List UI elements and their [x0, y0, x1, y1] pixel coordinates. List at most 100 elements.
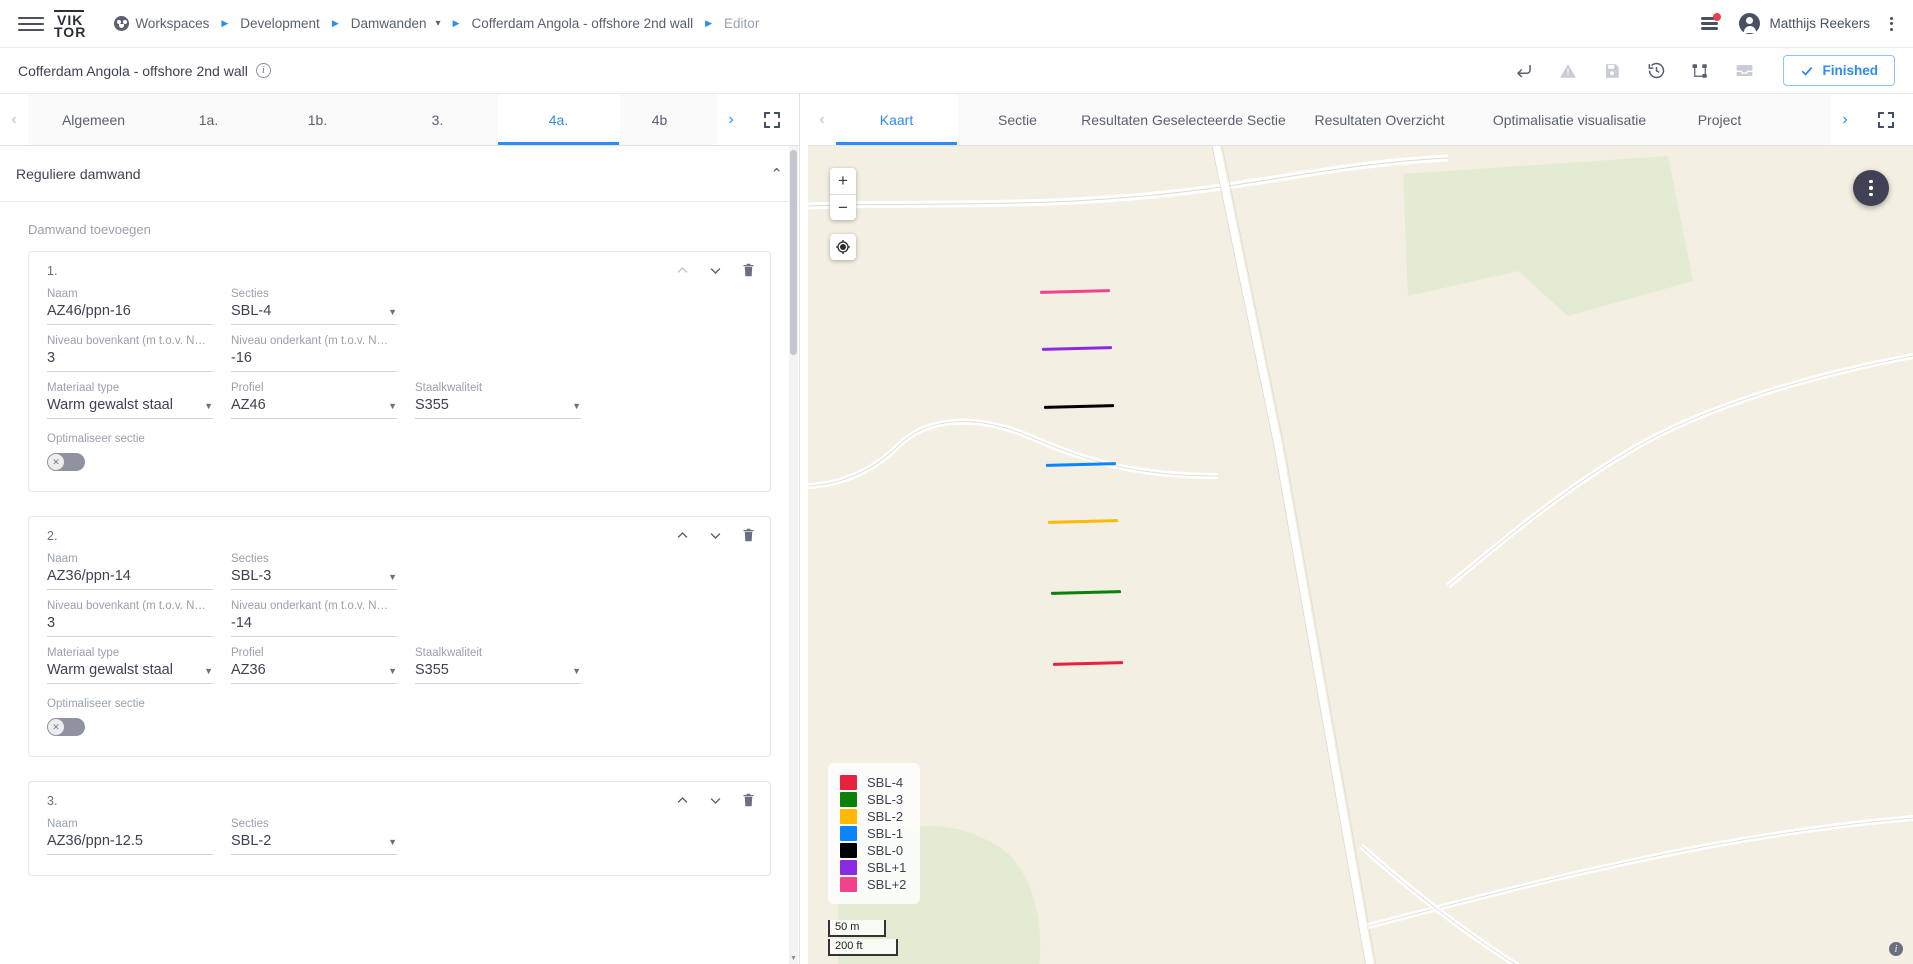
naam-field[interactable]: Naam AZ36/ppn-12.5 — [47, 818, 213, 855]
tab-resultaten-geselecteerde-sectie[interactable]: Resultaten Geselecteerde Sectie — [1078, 94, 1290, 145]
move-down-icon[interactable] — [708, 793, 723, 808]
tab-algemeen[interactable]: Algemeen — [28, 94, 160, 145]
tab-optimalisatie-visualisatie[interactable]: Optimalisatie visualisatie — [1470, 94, 1670, 145]
move-down-icon[interactable] — [708, 528, 723, 543]
chevron-down-icon: ▼ — [388, 572, 397, 582]
left-expand-button[interactable] — [745, 94, 799, 145]
secties-select[interactable]: Secties SBL-3 ▼ — [231, 553, 397, 590]
viktor-logo[interactable]: VIK TOR — [54, 9, 86, 39]
materiaal-type-select[interactable]: Materiaal type Warm gewalst staal ▼ — [47, 382, 213, 419]
entry-row-3: Materiaal type Warm gewalst staal ▼ Profi… — [47, 382, 752, 419]
tab-label: Optimalisatie visualisatie — [1492, 111, 1647, 128]
breadcrumb-workspaces[interactable]: Workspaces — [114, 16, 209, 31]
toggle-knob-off-icon: ✕ — [48, 719, 64, 735]
tab-label: Project — [1697, 111, 1742, 128]
app-root: VIK TOR Workspaces ▶ Development ▶ Damwa… — [0, 0, 1913, 964]
secties-select[interactable]: Secties SBL-2 ▼ — [231, 818, 397, 855]
panel-divider[interactable] — [800, 94, 808, 964]
tab-kaart[interactable]: Kaart — [836, 94, 958, 145]
kebab-menu-icon[interactable] — [1888, 15, 1895, 33]
legend-label: SBL-4 — [867, 775, 904, 790]
chevron-down-icon[interactable]: ▾ — [436, 18, 441, 29]
return-icon[interactable] — [1513, 60, 1535, 82]
field-value: SBL-3 — [231, 568, 272, 584]
naam-field[interactable]: Naam AZ46/ppn-16 — [47, 288, 213, 325]
field-value: Warm gewalst staal — [47, 397, 173, 413]
niveau-onderkant-field[interactable]: Niveau onderkant (m t.o.v. N… -14 — [231, 600, 397, 637]
map-more-options-button[interactable] — [1853, 170, 1889, 206]
tab-resultaten-overzicht[interactable]: Resultaten Overzicht — [1290, 94, 1470, 145]
chevron-up-icon[interactable]: ⌃ — [770, 165, 783, 183]
tab-4b[interactable]: 4b — [620, 94, 700, 145]
finished-button[interactable]: Finished — [1783, 55, 1895, 86]
tab-3[interactable]: 3. — [378, 94, 498, 145]
hamburger-menu-icon[interactable] — [18, 11, 44, 37]
archive-icon — [1733, 60, 1755, 82]
right-tabs-prev-arrow[interactable]: ‹ — [808, 94, 836, 145]
left-panel-scrollbar-thumb[interactable] — [790, 150, 797, 355]
left-tabs-prev-arrow[interactable]: ‹ — [0, 94, 28, 145]
field-label: Profiel — [231, 647, 264, 659]
move-up-icon[interactable] — [675, 528, 690, 543]
materiaal-type-select[interactable]: Materiaal type Warm gewalst staal ▼ — [47, 647, 213, 684]
tab-label: Resultaten Geselecteerde Sectie — [1081, 111, 1286, 128]
right-panel: ‹ Kaart Sectie Resultaten Geselecteerde … — [808, 94, 1913, 964]
staalkwaliteit-select[interactable]: Staalkwaliteit S355 ▼ — [415, 647, 581, 684]
profiel-select[interactable]: Profiel AZ46 ▼ — [231, 382, 397, 419]
move-down-icon[interactable] — [708, 263, 723, 278]
damwand-entry-card: 3. Naam AZ36/ppn-12.5 Secties SBL-2 ▼ — [28, 781, 771, 876]
scroll-down-arrow[interactable]: ▼ — [789, 952, 798, 964]
expand-icon — [1878, 111, 1894, 128]
map-info-icon[interactable]: i — [1889, 942, 1903, 956]
history-icon[interactable] — [1645, 60, 1667, 82]
info-icon[interactable]: i — [255, 63, 271, 78]
map-canvas[interactable]: + − SBL-4 SBL-3 SBL-2 SBL-1 SBL-0 SBL+1 … — [808, 146, 1913, 964]
page-title: Cofferdam Angola - offshore 2nd wall — [18, 62, 248, 79]
optimaliseer-label: Optimaliseer sectie — [47, 433, 145, 445]
legend-swatch — [840, 860, 857, 875]
user-menu[interactable]: Matthijs Reekers — [1739, 13, 1870, 34]
tab-1b[interactable]: 1b. — [258, 94, 378, 145]
naam-field[interactable]: Naam AZ36/ppn-14 — [47, 553, 213, 590]
field-value: SBL-2 — [231, 833, 272, 849]
breadcrumb-project[interactable]: Cofferdam Angola - offshore 2nd wall — [471, 16, 693, 31]
field-label: Niveau bovenkant (m t.o.v. N… — [47, 600, 206, 612]
notifications-list-icon[interactable] — [1699, 12, 1722, 34]
right-tabs-next-arrow[interactable]: › — [1831, 94, 1859, 145]
zoom-control-group: + − — [830, 168, 856, 220]
breadcrumb-label: Damwanden — [350, 16, 427, 31]
niveau-onderkant-field[interactable]: Niveau onderkant (m t.o.v. N… -16 — [231, 335, 397, 372]
profiel-select[interactable]: Profiel AZ36 ▼ — [231, 647, 397, 684]
workflow-icon[interactable] — [1689, 60, 1711, 82]
breadcrumb-development[interactable]: Development — [240, 16, 320, 31]
damwand-entry-card: 2. Naam AZ36/ppn-14 Secties SBL-3 ▼ Nive… — [28, 516, 771, 757]
niveau-bovenkant-field[interactable]: Niveau bovenkant (m t.o.v. N… 3 — [47, 600, 213, 637]
left-tabs-next-arrow[interactable]: › — [717, 94, 745, 145]
right-expand-button[interactable] — [1859, 94, 1913, 145]
niveau-bovenkant-field[interactable]: Niveau bovenkant (m t.o.v. N… 3 — [47, 335, 213, 372]
entry-row-2: Niveau bovenkant (m t.o.v. N… 3 Niveau o… — [47, 335, 752, 372]
tab-sectie[interactable]: Sectie — [958, 94, 1078, 145]
move-up-icon[interactable] — [675, 793, 690, 808]
tab-4a[interactable]: 4a. — [498, 94, 620, 145]
delete-icon[interactable] — [741, 527, 756, 543]
zoom-in-button[interactable]: + — [830, 168, 856, 194]
optimaliseer-toggle[interactable]: ✕ — [47, 718, 85, 736]
move-up-icon[interactable] — [675, 263, 690, 278]
zoom-out-button[interactable]: − — [830, 194, 856, 220]
tab-project[interactable]: Project — [1670, 94, 1770, 145]
optimaliseer-toggle[interactable]: ✕ — [47, 453, 85, 471]
secties-select[interactable]: Secties SBL-4 ▼ — [231, 288, 397, 325]
delete-icon[interactable] — [741, 792, 756, 808]
locate-button[interactable] — [830, 234, 856, 260]
breadcrumb-separator-icon: ▶ — [221, 18, 229, 28]
left-panel-scrollbar-track[interactable]: ▲ ▼ — [789, 146, 798, 964]
field-label: Staalkwaliteit — [415, 382, 483, 394]
delete-icon[interactable] — [741, 262, 756, 278]
legend-label: SBL+1 — [867, 860, 907, 875]
entry-row-3: Materiaal type Warm gewalst staal ▼ Profi… — [47, 647, 752, 684]
breadcrumb-damwanden[interactable]: Damwanden ▾ — [351, 16, 441, 31]
staalkwaliteit-select[interactable]: Staalkwaliteit S355 ▼ — [415, 382, 581, 419]
field-label: Niveau onderkant (m t.o.v. N… — [231, 335, 389, 347]
tab-1a[interactable]: 1a. — [160, 94, 258, 145]
